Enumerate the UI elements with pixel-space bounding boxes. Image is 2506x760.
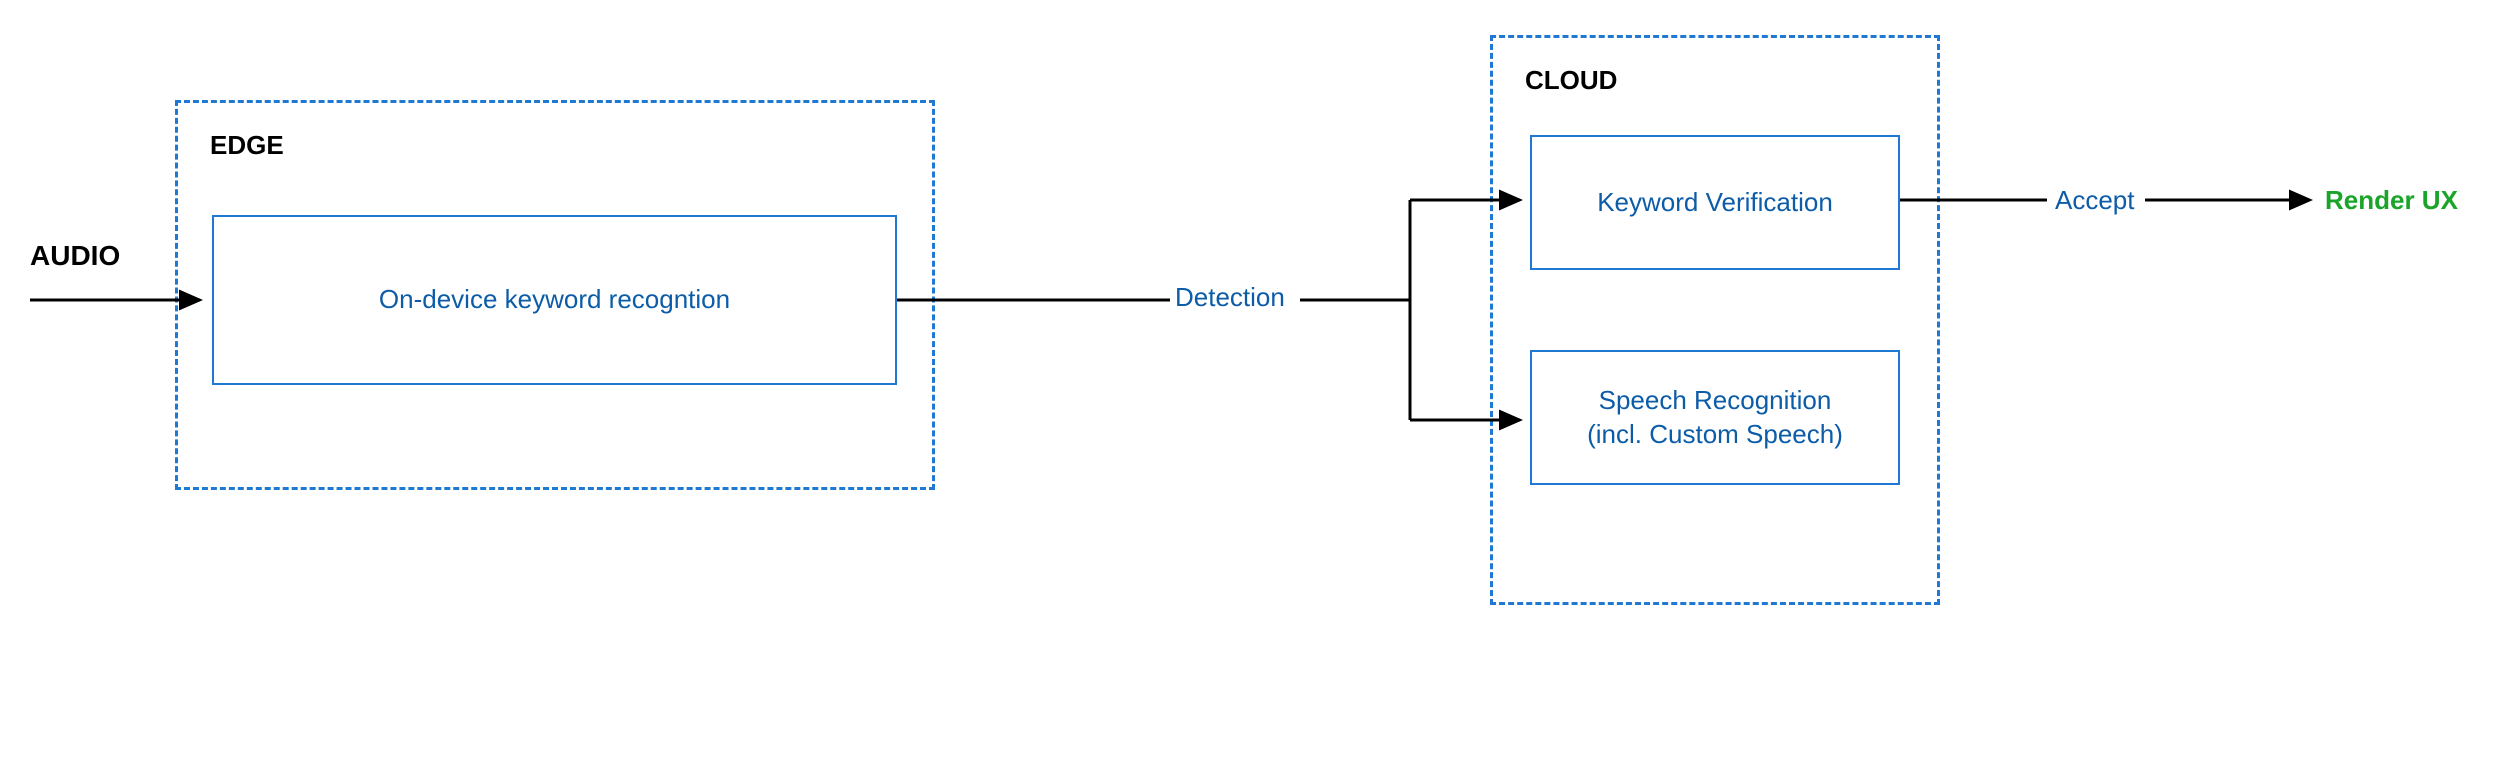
edge-label: EDGE <box>210 130 284 161</box>
cloud-container <box>1490 35 1940 605</box>
cloud-label: CLOUD <box>1525 65 1617 96</box>
detection-label: Detection <box>1175 282 1285 313</box>
on-device-keyword-box: On-device keyword recogntion <box>212 215 897 385</box>
render-ux-label: Render UX <box>2325 185 2458 216</box>
diagram-canvas: EDGE On-device keyword recogntion CLOUD … <box>0 0 2506 760</box>
on-device-keyword-text: On-device keyword recogntion <box>379 283 730 317</box>
speech-recognition-box: Speech Recognition (incl. Custom Speech) <box>1530 350 1900 485</box>
accept-label: Accept <box>2055 185 2135 216</box>
audio-label: AUDIO <box>30 240 120 272</box>
keyword-verification-text: Keyword Verification <box>1597 186 1833 220</box>
keyword-verification-box: Keyword Verification <box>1530 135 1900 270</box>
speech-recognition-text: Speech Recognition (incl. Custom Speech) <box>1587 384 1843 452</box>
